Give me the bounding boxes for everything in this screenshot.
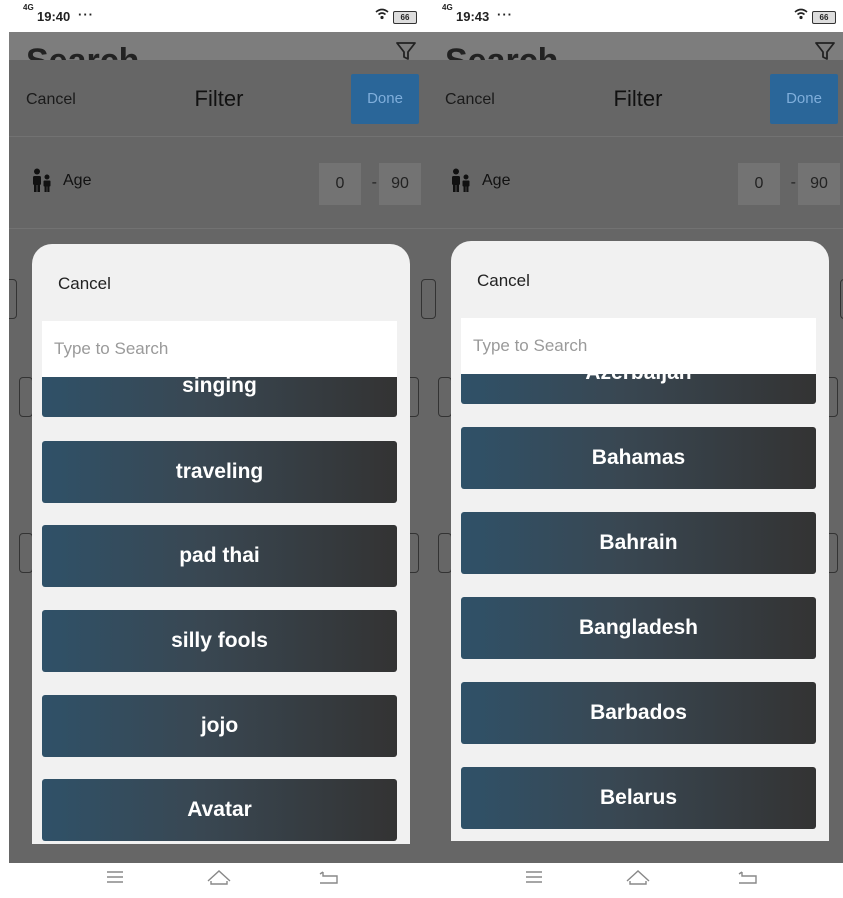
filter-header: Cancel Filter Done	[9, 60, 429, 136]
age-label: Age	[482, 172, 511, 189]
age-min-input[interactable]: 0	[738, 163, 780, 205]
filter-header: Cancel Filter Done	[428, 60, 843, 136]
age-separator: -	[371, 174, 377, 191]
age-min-input[interactable]: 0	[319, 163, 361, 205]
done-button[interactable]: Done	[351, 74, 419, 124]
wifi-icon	[375, 8, 389, 23]
age-row: Age 0 - 90	[428, 136, 843, 228]
status-time: 19:40	[37, 9, 71, 24]
phone-screen-1: 4G 19:40 ··· 66 Search Cancel Filter Don…	[9, 0, 429, 898]
menu-icon[interactable]	[105, 863, 135, 891]
option-button[interactable]: traveling	[42, 441, 397, 503]
option-button[interactable]: jojo	[42, 695, 397, 757]
option-button[interactable]: Bahamas	[461, 427, 816, 489]
network-indicator: 4G	[442, 3, 453, 12]
option-button[interactable]: silly fools	[42, 610, 397, 672]
funnel-icon[interactable]	[395, 40, 417, 62]
hidden-field-edge	[438, 377, 452, 417]
back-icon[interactable]	[736, 863, 766, 891]
people-icon	[31, 168, 53, 192]
notification-dots: ···	[78, 7, 94, 22]
wifi-icon	[794, 8, 808, 23]
status-bar: 4G 19:43 ··· 66	[428, 0, 843, 32]
phone-screen-2: 4G 19:43 ··· 66 Search Cancel Filter Don…	[428, 0, 843, 898]
divider	[9, 228, 429, 229]
network-indicator: 4G	[23, 3, 34, 12]
hidden-row-edge	[9, 279, 17, 319]
people-icon	[450, 168, 472, 192]
search-input[interactable]	[461, 318, 816, 374]
notification-dots: ···	[497, 7, 513, 22]
hidden-row-edge	[428, 279, 436, 319]
hidden-field-edge	[19, 533, 33, 573]
age-label: Age	[63, 172, 92, 189]
option-button[interactable]: Avatar	[42, 779, 397, 841]
option-button[interactable]: Barbados	[461, 682, 816, 744]
age-row: Age 0 - 90	[9, 136, 429, 228]
battery-indicator: 66	[812, 11, 836, 24]
home-icon[interactable]	[624, 863, 654, 891]
picker-modal: Cancel singing traveling pad thai silly …	[32, 244, 410, 844]
hidden-field-edge	[19, 377, 33, 417]
system-nav-bar	[428, 863, 843, 898]
option-button[interactable]: Bahrain	[461, 512, 816, 574]
option-list[interactable]: Azerbaijan Bahamas Bahrain Bangladesh Ba…	[451, 374, 829, 841]
option-button[interactable]: Belarus	[461, 767, 816, 829]
age-max-input[interactable]: 90	[379, 163, 421, 205]
funnel-icon[interactable]	[814, 40, 836, 62]
option-button[interactable]: singing	[42, 377, 397, 417]
option-button[interactable]: Azerbaijan	[461, 374, 816, 404]
picker-cancel-button[interactable]: Cancel	[477, 271, 530, 291]
menu-icon[interactable]	[524, 863, 554, 891]
option-button[interactable]: Bangladesh	[461, 597, 816, 659]
status-bar: 4G 19:40 ··· 66	[9, 0, 429, 32]
picker-cancel-button[interactable]: Cancel	[58, 274, 111, 294]
back-icon[interactable]	[317, 863, 347, 891]
age-max-input[interactable]: 90	[798, 163, 840, 205]
status-time: 19:43	[456, 9, 490, 24]
system-nav-bar	[9, 863, 429, 898]
divider	[428, 228, 843, 229]
search-input[interactable]	[42, 321, 397, 377]
picker-modal: Cancel Azerbaijan Bahamas Bahrain Bangla…	[451, 241, 829, 841]
option-list[interactable]: singing traveling pad thai silly fools j…	[32, 377, 410, 844]
done-button[interactable]: Done	[770, 74, 838, 124]
battery-indicator: 66	[393, 11, 417, 24]
hidden-field-edge	[438, 533, 452, 573]
age-separator: -	[790, 174, 796, 191]
home-icon[interactable]	[205, 863, 235, 891]
option-button[interactable]: pad thai	[42, 525, 397, 587]
